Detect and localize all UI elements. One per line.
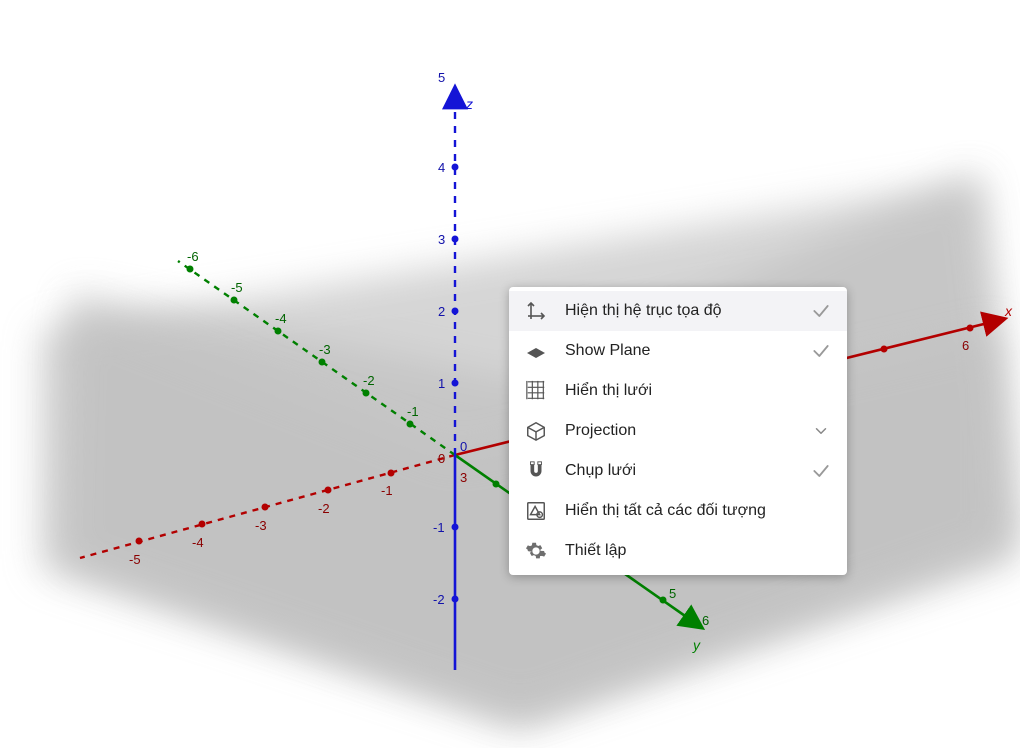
menu-label: Hiển thị lưới bbox=[565, 382, 809, 400]
svg-text:2: 2 bbox=[438, 304, 445, 319]
svg-text:-6: -6 bbox=[187, 249, 199, 264]
chevron-down-icon bbox=[809, 419, 833, 443]
svg-text:-3: -3 bbox=[319, 342, 331, 357]
menu-item-settings[interactable]: Thiết lập bbox=[509, 531, 847, 571]
check-icon bbox=[809, 299, 833, 323]
menu-item-show-grid[interactable]: Hiển thị lưới bbox=[509, 371, 847, 411]
svg-text:-1: -1 bbox=[407, 404, 419, 419]
svg-text:6: 6 bbox=[962, 338, 969, 353]
menu-item-projection[interactable]: Projection bbox=[509, 411, 847, 451]
svg-text:-2: -2 bbox=[363, 373, 375, 388]
axes-icon bbox=[523, 298, 549, 324]
svg-text:-4: -4 bbox=[192, 535, 204, 550]
x-axis-label: x bbox=[1004, 303, 1013, 319]
svg-text:4: 4 bbox=[438, 160, 445, 175]
menu-item-show-axes[interactable]: Hiện thị hệ trục tọa độ bbox=[509, 291, 847, 331]
svg-text:-1: -1 bbox=[433, 520, 445, 535]
svg-text:-2: -2 bbox=[318, 501, 330, 516]
menu-label: Show Plane bbox=[565, 342, 809, 360]
cube-icon bbox=[523, 418, 549, 444]
z-axis-label: z bbox=[465, 96, 473, 112]
svg-text:3: 3 bbox=[438, 232, 445, 247]
svg-text:-1: -1 bbox=[381, 483, 393, 498]
svg-text:0: 0 bbox=[438, 451, 445, 466]
svg-text:-5: -5 bbox=[129, 552, 141, 567]
plane-icon bbox=[523, 338, 549, 364]
shapes-icon bbox=[523, 498, 549, 524]
menu-label: Hiện thị hệ trục tọa độ bbox=[565, 302, 809, 320]
svg-text:-5: -5 bbox=[231, 280, 243, 295]
svg-text:3: 3 bbox=[460, 470, 467, 485]
check-icon bbox=[809, 459, 833, 483]
menu-item-show-plane[interactable]: Show Plane bbox=[509, 331, 847, 371]
gear-icon bbox=[523, 538, 549, 564]
menu-label: Hiển thị tất cả các đối tượng bbox=[565, 502, 809, 520]
svg-text:1: 1 bbox=[438, 376, 445, 391]
menu-label: Projection bbox=[565, 422, 809, 440]
check-icon bbox=[809, 339, 833, 363]
svg-text:-4: -4 bbox=[275, 311, 287, 326]
magnet-icon bbox=[523, 458, 549, 484]
svg-text:6: 6 bbox=[702, 613, 709, 628]
svg-text:0: 0 bbox=[460, 439, 467, 454]
context-menu[interactable]: Hiện thị hệ trục tọa độ Show Plane Hiển … bbox=[509, 287, 847, 575]
svg-text:5: 5 bbox=[669, 586, 676, 601]
menu-item-show-all-objects[interactable]: Hiển thị tất cả các đối tượng bbox=[509, 491, 847, 531]
svg-text:5: 5 bbox=[438, 70, 445, 85]
svg-text:-2: -2 bbox=[433, 592, 445, 607]
menu-label: Thiết lập bbox=[565, 542, 809, 560]
menu-label: Chụp lưới bbox=[565, 462, 809, 480]
grid-icon bbox=[523, 378, 549, 404]
svg-text:-3: -3 bbox=[255, 518, 267, 533]
menu-item-snap-grid[interactable]: Chụp lưới bbox=[509, 451, 847, 491]
y-axis-label: y bbox=[692, 637, 701, 653]
